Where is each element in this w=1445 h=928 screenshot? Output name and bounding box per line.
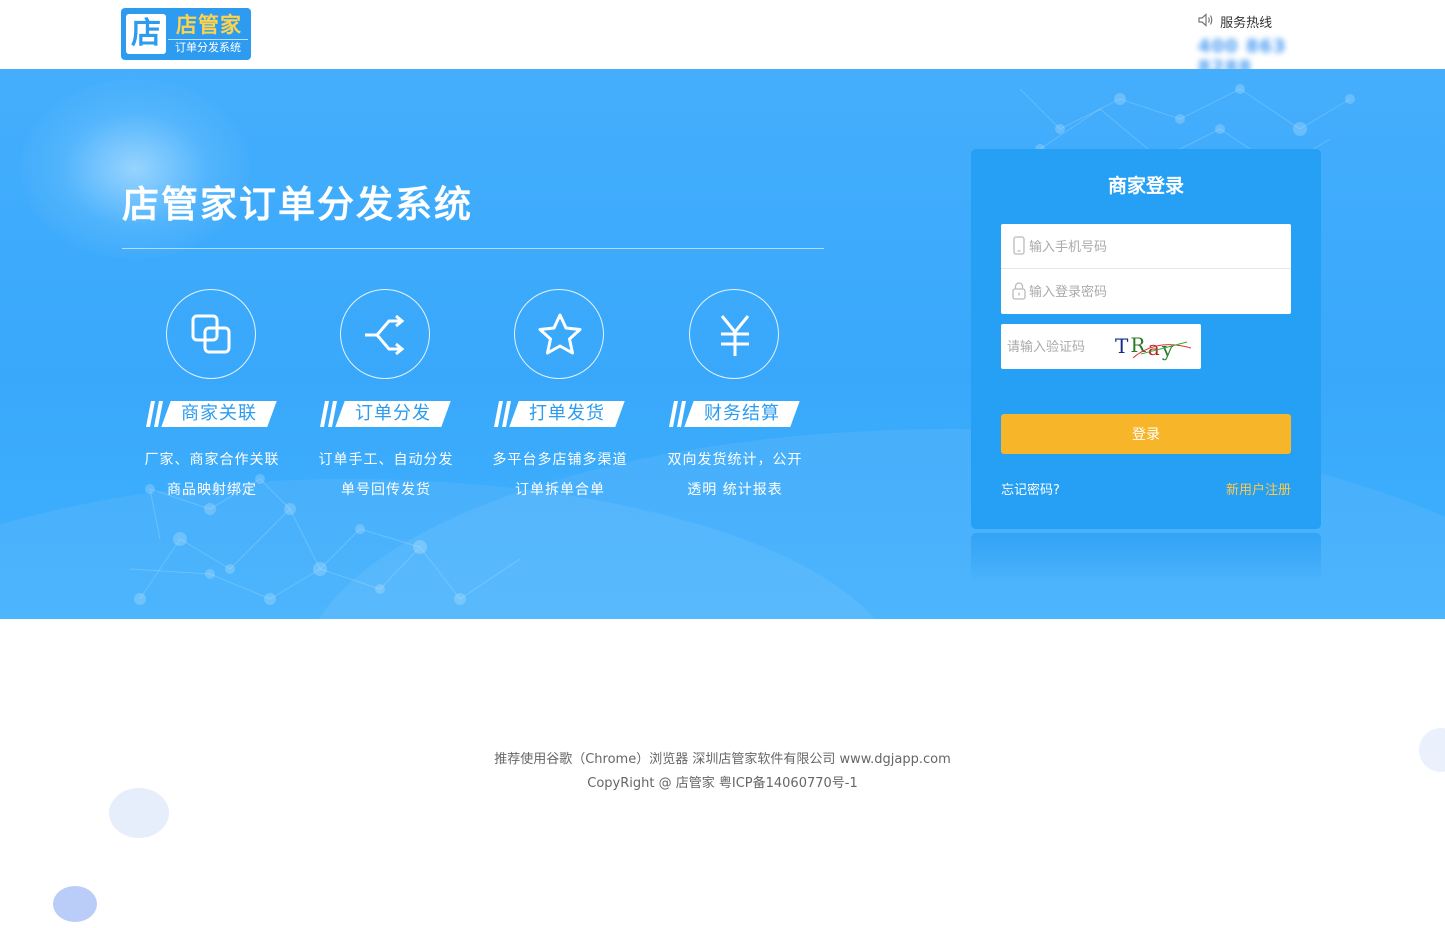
- feature-order-dispatch: 订单分发 订单手工、自动分发 单号回传发货: [298, 289, 474, 509]
- top-header: 店 店管家 订单分发系统 服务热线 400 863 8288: [0, 0, 1445, 78]
- hotline-number: 400 863 8288: [1198, 36, 1287, 78]
- feature-circle: [689, 289, 779, 379]
- phone-row: [1001, 224, 1291, 269]
- feature-label: 商家关联: [181, 403, 257, 424]
- footer-browser-note: 推荐使用谷歌（Chrome）浏览器 深圳店管家软件有限公司 www.dgjapp…: [494, 752, 951, 767]
- login-title: 商家登录: [1107, 175, 1184, 197]
- feature-tag: 财务结算: [663, 401, 800, 427]
- page-title: 店管家订单分发系统: [122, 183, 473, 226]
- captcha-glyph: y: [1161, 337, 1175, 361]
- feature-desc-line: 多平台多店铺多渠道: [492, 452, 628, 468]
- credentials-group: [1001, 224, 1291, 314]
- link-icon: [191, 314, 231, 354]
- captcha-input[interactable]: [1007, 334, 1107, 360]
- decorative-bubble: [109, 788, 169, 838]
- phone-icon: [1013, 236, 1025, 255]
- feature-finance: 财务结算 双向发货统计，公开 透明 统计报表: [647, 289, 823, 509]
- yen-icon: [720, 315, 750, 356]
- feature-desc-line: 透明 统计报表: [687, 482, 783, 498]
- title-divider: [122, 248, 824, 249]
- feature-print-ship: 打单发货 多平台多店铺多渠道 订单拆单合单: [472, 289, 648, 509]
- feature-label: 订单分发: [355, 403, 431, 424]
- feature-label: 打单发货: [529, 403, 605, 424]
- feature-tag: 订单分发: [314, 401, 451, 427]
- captcha-row: TRay: [1001, 324, 1201, 369]
- feature-circle: [514, 289, 604, 379]
- decorative-bubble: [53, 886, 97, 922]
- hotline-label: 服务热线: [1220, 16, 1273, 31]
- logo-name: 店管家: [176, 13, 242, 37]
- lock-icon: [1012, 282, 1026, 300]
- phone-input[interactable]: [1029, 234, 1279, 260]
- login-button[interactable]: 登录: [1001, 414, 1291, 454]
- feature-desc-line: 厂家、商家合作关联: [144, 452, 280, 468]
- feature-label: 财务结算: [704, 403, 780, 424]
- feature-description: 订单手工、自动分发 单号回传发货: [298, 445, 474, 505]
- split-arrows-icon: [365, 314, 405, 356]
- feature-tag: 打单发货: [488, 401, 625, 427]
- feature-circle: [340, 289, 430, 379]
- footer-copyright: CopyRight @ 店管家 粤ICP备14060770号-1: [587, 776, 858, 791]
- speaker-icon: [1198, 12, 1216, 31]
- feature-desc-line: 订单拆单合单: [515, 482, 605, 498]
- hero-banner: 店管家订单分发系统 商家关联 厂家、商家合作关联 商品映射绑定 订单分发 订单手…: [0, 69, 1445, 619]
- feature-circle: [166, 289, 256, 379]
- password-input[interactable]: [1029, 279, 1279, 305]
- captcha-image[interactable]: TRay: [1111, 328, 1195, 364]
- feature-desc-line: 单号回传发货: [341, 482, 431, 498]
- logo-mark: 店: [126, 14, 166, 54]
- captcha-glyph: T: [1115, 334, 1130, 358]
- feature-description: 厂家、商家合作关联 商品映射绑定: [124, 445, 300, 505]
- login-panel: 商家登录 TRay 登录 忘记密码? 新用户注册: [971, 149, 1321, 529]
- forgot-password-link[interactable]: 忘记密码?: [1001, 481, 1121, 501]
- feature-desc-line: 订单手工、自动分发: [318, 452, 454, 468]
- feature-desc-line: 商品映射绑定: [167, 482, 257, 498]
- feature-tag: 商家关联: [140, 401, 277, 427]
- password-row: [1001, 269, 1291, 314]
- feature-description: 多平台多店铺多渠道 订单拆单合单: [472, 445, 648, 505]
- logo[interactable]: 店 店管家 订单分发系统: [121, 8, 251, 60]
- feature-desc-line: 双向发货统计，公开: [667, 452, 803, 468]
- star-icon: [538, 313, 582, 355]
- feature-merchant-link: 商家关联 厂家、商家合作关联 商品映射绑定: [124, 289, 300, 509]
- feature-description: 双向发货统计，公开 透明 统计报表: [647, 445, 823, 505]
- hotline: 服务热线: [1198, 12, 1338, 31]
- register-link[interactable]: 新用户注册: [1171, 481, 1291, 501]
- panel-reflection: [971, 533, 1321, 583]
- logo-subtitle: 订单分发系统: [168, 39, 248, 55]
